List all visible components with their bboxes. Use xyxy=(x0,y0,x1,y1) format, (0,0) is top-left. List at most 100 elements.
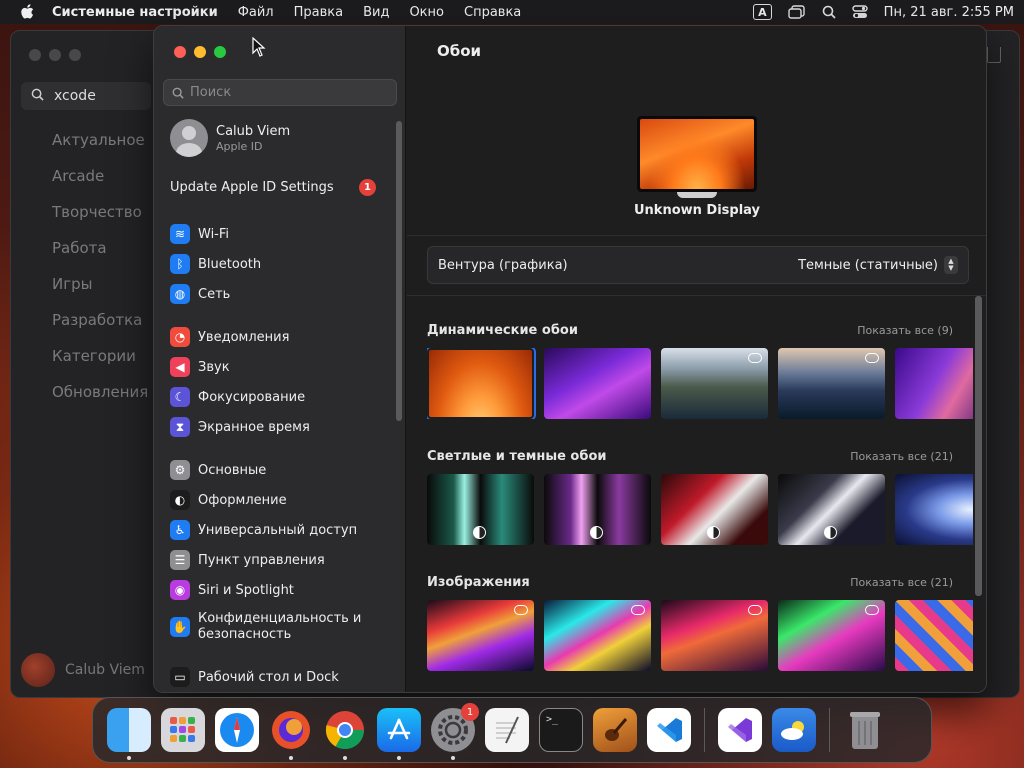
bg-nav-item[interactable]: Игры xyxy=(52,275,148,311)
download-icon xyxy=(748,353,762,363)
dock-finder-icon[interactable] xyxy=(107,708,151,760)
show-all-button[interactable]: Показать все (21) xyxy=(850,450,953,463)
close-button[interactable] xyxy=(174,46,186,58)
show-all-button[interactable]: Показать все (9) xyxy=(857,324,953,337)
appearance-icon xyxy=(707,526,720,539)
wallpaper-thumb-ventura-orange[interactable] xyxy=(427,348,536,419)
sidebar-item[interactable]: ☰ Пункт управления xyxy=(170,545,396,575)
wallpaper-thumb-image-5[interactable] xyxy=(895,600,973,671)
dock-vscode-icon[interactable] xyxy=(647,708,691,752)
dock-terminal-icon[interactable]: >_ xyxy=(539,708,583,752)
menubar-clock[interactable]: Пн, 21 авг. 2:55 PM xyxy=(884,5,1014,20)
dock-trash-icon[interactable] xyxy=(843,708,887,752)
dock-app-store-icon[interactable] xyxy=(377,708,421,760)
background-search-value: xcode xyxy=(54,88,96,104)
dock-firefox-icon[interactable] xyxy=(269,708,313,760)
dock-textedit-icon[interactable] xyxy=(485,708,529,752)
sidebar-item[interactable]: ♿ Универсальный доступ xyxy=(170,515,396,545)
wallpaper-thumb-image-1[interactable] xyxy=(427,600,534,671)
wallpaper-thumb-blue-swirl[interactable] xyxy=(895,474,973,545)
bg-nav-item[interactable]: Актуальное xyxy=(52,131,148,167)
menu-file[interactable]: Файл xyxy=(238,5,274,20)
download-icon xyxy=(865,353,879,363)
sidebar-items: ≋ Wi-Fi ᛒ Bluetooth ◍ Сеть ◔ Уведомления ◀ Звук ☾ Ф… xyxy=(170,219,396,692)
background-window-traffic-lights xyxy=(29,49,81,61)
sidebar-item[interactable]: ▭ Рабочий стол и Dock xyxy=(170,662,396,692)
menubar-app-name[interactable]: Системные настройки xyxy=(52,5,218,20)
sidebar-item[interactable]: ≋ Wi-Fi xyxy=(170,219,396,249)
menubar: Системные настройки Файл Правка Вид Окно… xyxy=(0,0,1024,24)
stage-manager-icon[interactable] xyxy=(787,4,806,20)
zoom-button[interactable] xyxy=(214,46,226,58)
dock-garageband-icon[interactable] xyxy=(593,708,637,752)
sidebar-item[interactable]: ◔ Уведомления xyxy=(170,322,396,352)
menu-edit[interactable]: Правка xyxy=(294,5,343,20)
sidebar-item[interactable]: ᛒ Bluetooth xyxy=(170,249,396,279)
sidebar-item[interactable]: ◉ Siri и Spotlight xyxy=(170,575,396,605)
avatar xyxy=(21,653,55,687)
spotlight-search-icon[interactable] xyxy=(822,4,836,20)
sidebar-item-label: Звук xyxy=(198,359,230,375)
dock-visual-studio-icon[interactable] xyxy=(718,708,762,752)
wallpaper-thumb-catalina-dusk[interactable] xyxy=(778,348,885,419)
wallpaper-thumb-red-curves[interactable] xyxy=(661,474,768,545)
wallpaper-thumb-dark-curves[interactable] xyxy=(778,474,885,545)
wallpaper-thumb-ventura-purple[interactable] xyxy=(544,348,651,419)
wallpaper-thumb-image-2[interactable] xyxy=(544,600,651,671)
sidebar-item[interactable]: ☾ Фокусирование xyxy=(170,382,396,412)
update-apple-id-item[interactable]: Update Apple ID Settings 1 xyxy=(170,179,376,196)
sidebar-scrollbar[interactable] xyxy=(396,121,402,421)
sidebar-item-label: Уведомления xyxy=(198,329,290,345)
sidebar-item-label: Siri и Spotlight xyxy=(198,582,294,598)
download-icon xyxy=(631,605,645,615)
control-center-icon[interactable] xyxy=(851,4,868,20)
sidebar-item[interactable]: ⚙ Основные xyxy=(170,455,396,485)
menu-window[interactable]: Окно xyxy=(409,5,444,20)
sidebar-item[interactable]: ✋ Конфиденциальность и безопасность xyxy=(170,605,396,649)
wallpaper-thumb-image-3[interactable] xyxy=(661,600,768,671)
bg-nav-item[interactable]: Творчество xyxy=(52,203,148,239)
user-subtitle: Apple ID xyxy=(216,139,263,153)
avatar xyxy=(170,119,208,157)
sidebar-item[interactable]: ⧗ Экранное время xyxy=(170,412,396,442)
bg-nav-item[interactable]: Работа xyxy=(52,239,148,275)
mode-popup-chevron-icon[interactable]: ▲ ▼ xyxy=(944,256,958,274)
wallpaper-thumb-abstract-purple[interactable] xyxy=(895,348,973,419)
mouse-pointer-icon xyxy=(252,37,266,57)
dock-safari-icon[interactable] xyxy=(215,708,259,752)
dock-weather-icon[interactable] xyxy=(772,708,816,752)
wallpaper-thumb-glass-purple[interactable] xyxy=(544,474,651,545)
share-icon[interactable] xyxy=(987,47,1001,63)
search-field[interactable]: Поиск xyxy=(163,79,397,106)
section-light-dark: Светлые и темные обои Показать все (21) xyxy=(427,446,973,545)
bg-nav-item[interactable]: Обновления xyxy=(52,383,148,419)
dock-chrome-icon[interactable] xyxy=(323,708,367,760)
sidebar-item-label: Экранное время xyxy=(198,419,310,435)
bg-nav-item[interactable]: Категории xyxy=(52,347,148,383)
show-all-button[interactable]: Показать все (21) xyxy=(850,576,953,589)
appearance-icon xyxy=(824,526,837,539)
main-scrollbar[interactable] xyxy=(975,296,982,596)
dock-launchpad-icon[interactable] xyxy=(161,708,205,752)
bg-nav-item[interactable]: Разработка xyxy=(52,311,148,347)
sidebar-item[interactable]: ◀ Звук xyxy=(170,352,396,382)
sidebar-item[interactable]: ◐ Оформление xyxy=(170,485,396,515)
moon-icon: ☾ xyxy=(170,387,190,407)
menu-view[interactable]: Вид xyxy=(363,5,389,20)
wallpaper-thumb-image-4[interactable] xyxy=(778,600,885,671)
sidebar-item-label: Фокусирование xyxy=(198,389,306,405)
sidebar-item[interactable]: ◍ Сеть xyxy=(170,279,396,309)
menu-help[interactable]: Справка xyxy=(464,5,521,20)
apple-menu-icon[interactable] xyxy=(20,4,34,20)
input-source-icon[interactable]: A xyxy=(753,4,772,20)
wallpaper-selector[interactable]: Вентура (графика) Темные (статичные) ▲ ▼ xyxy=(427,246,969,284)
background-search-field[interactable]: xcode xyxy=(21,82,151,110)
wallpaper-thumb-catalina[interactable] xyxy=(661,348,768,419)
wallpaper-thumb-glass-green[interactable] xyxy=(427,474,534,545)
dock-system-settings-icon[interactable]: 1 xyxy=(431,703,479,760)
bg-nav-item[interactable]: Arcade xyxy=(52,167,148,203)
traffic-lights xyxy=(174,46,226,58)
background-user[interactable]: Calub Viem xyxy=(21,653,145,687)
apple-id-user[interactable]: Calub Viem Apple ID xyxy=(170,119,290,157)
minimize-button[interactable] xyxy=(194,46,206,58)
